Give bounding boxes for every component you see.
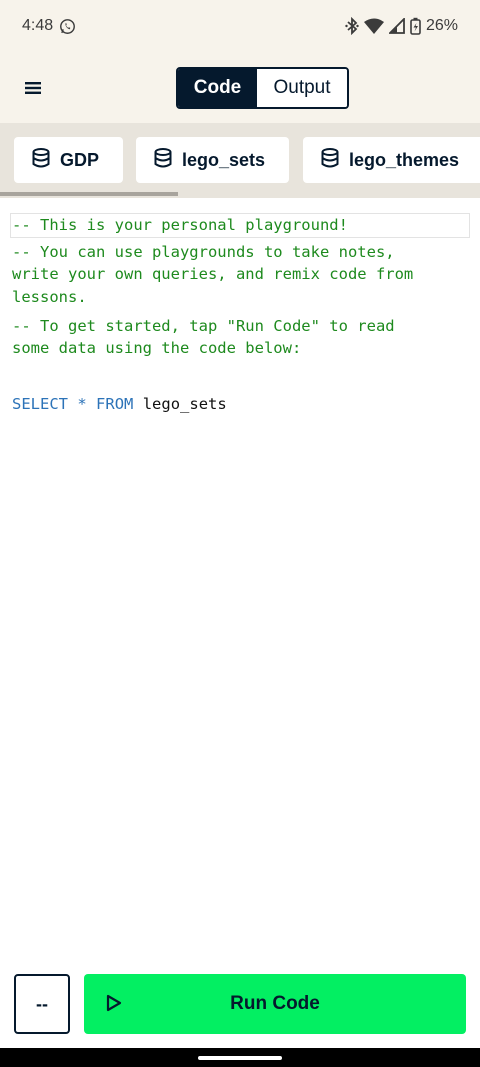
code-comment-line: lessons. (12, 288, 87, 306)
table-chip-label: GDP (60, 149, 100, 170)
sql-star: * (77, 395, 87, 413)
code-tab[interactable]: Code (178, 69, 257, 107)
tables-scroll-indicator (0, 192, 178, 196)
code-comment-line: -- To get started, tap "Run Code" to rea… (12, 317, 395, 335)
tables-bar[interactable]: GDP lego_sets lego_themes (0, 123, 480, 198)
code-comment-line: write your own queries, and remix code f… (12, 265, 414, 283)
output-tab[interactable]: Output (257, 69, 347, 107)
play-icon (106, 994, 122, 1018)
signal-icon (388, 18, 405, 34)
run-code-button[interactable]: Run Code (84, 974, 466, 1034)
battery-icon (410, 17, 421, 35)
table-chip-lego-themes[interactable]: lego_themes (303, 137, 480, 183)
sql-keyword-select: SELECT (12, 395, 68, 413)
status-time: 4:48 (22, 17, 54, 34)
code-output-toggle: Code Output (176, 67, 349, 109)
bottom-action-bar: -- Run Code (0, 958, 480, 1048)
app-header: Code Output (0, 52, 480, 123)
battery-percent: 26% (425, 17, 458, 34)
hamburger-menu-icon[interactable] (22, 77, 44, 99)
code-comment-line: some data using the code below: (12, 339, 302, 357)
status-right: 26% (345, 17, 458, 35)
system-nav-bar (0, 1048, 480, 1067)
sql-keyword-from: FROM (96, 395, 134, 413)
table-chip-gdp[interactable]: GDP (14, 137, 123, 183)
code-editor[interactable]: -- This is your personal playground! -- … (0, 198, 480, 958)
code-comment-line: -- You can use playgrounds to take notes… (12, 243, 395, 261)
database-icon (154, 147, 172, 173)
table-chip-lego-sets[interactable]: lego_sets (136, 137, 289, 183)
database-icon (321, 147, 339, 173)
table-chip-label: lego_sets (182, 149, 266, 170)
whatsapp-icon (59, 18, 76, 35)
secondary-action-button[interactable]: -- (14, 974, 70, 1034)
run-code-label: Run Code (230, 993, 320, 1014)
sql-query-line: SELECT * FROM lego_sets (12, 393, 227, 416)
bluetooth-icon (345, 17, 359, 35)
sql-table-name: lego_sets (142, 395, 227, 413)
database-icon (32, 147, 50, 173)
table-chip-label: lego_themes (349, 149, 460, 170)
status-left: 4:48 (22, 17, 76, 35)
status-bar: 4:48 26% (0, 0, 480, 52)
wifi-icon (363, 18, 384, 34)
code-comment-line: -- This is your personal playground! (12, 216, 348, 234)
home-gesture-pill[interactable] (198, 1056, 282, 1060)
